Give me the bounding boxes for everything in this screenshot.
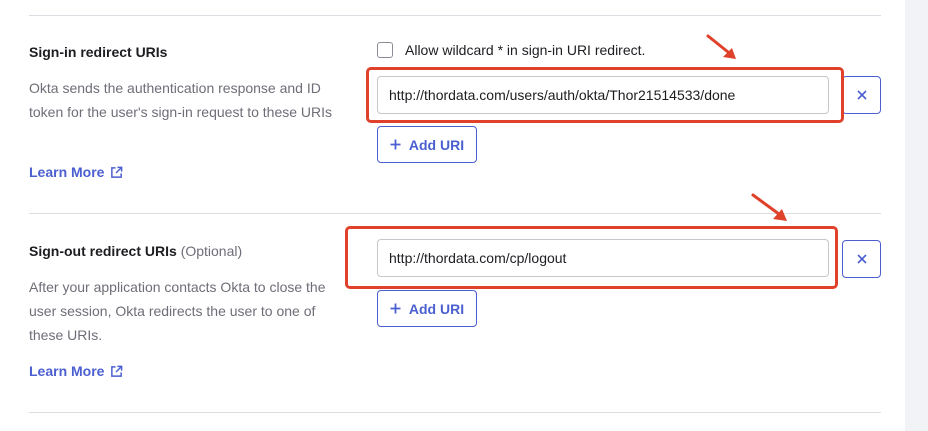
- signin-uri-input[interactable]: [377, 76, 829, 114]
- wildcard-checkbox-row[interactable]: Allow wildcard * in sign-in URI redirect…: [377, 42, 645, 58]
- close-icon: [856, 90, 867, 100]
- signin-add-uri-button[interactable]: Add URI: [377, 126, 477, 163]
- signout-remove-uri-button[interactable]: [842, 240, 881, 278]
- signout-uri-input[interactable]: [377, 239, 829, 277]
- add-uri-label: Add URI: [408, 300, 465, 317]
- signout-learn-more-link[interactable]: Learn More: [29, 363, 123, 379]
- signin-description: Okta sends the authentication response a…: [29, 80, 333, 120]
- optional-label: (Optional): [180, 243, 243, 259]
- section-divider-bottom: [29, 412, 881, 413]
- red-arrow-annotation: [751, 193, 787, 221]
- close-icon: [856, 254, 867, 264]
- signout-title-text: Sign-out redirect URIs: [29, 243, 177, 259]
- page-gutter: [905, 0, 928, 431]
- learn-more-label: Learn More: [29, 164, 105, 180]
- section-divider-top: [29, 15, 881, 16]
- external-link-icon: [111, 365, 123, 377]
- plus-icon: [390, 303, 401, 314]
- plus-icon: [390, 139, 401, 150]
- signout-add-uri-button[interactable]: Add URI: [377, 290, 477, 327]
- wildcard-checkbox[interactable]: [377, 42, 393, 58]
- external-link-icon: [111, 166, 123, 178]
- signin-remove-uri-button[interactable]: [842, 76, 881, 114]
- section-divider-middle: [29, 213, 881, 214]
- signin-section-title: Sign-in redirect URIs: [29, 44, 168, 60]
- red-arrow-annotation: [706, 34, 736, 59]
- signout-description: After your application contacts Okta to …: [29, 279, 326, 343]
- signin-learn-more-link[interactable]: Learn More: [29, 164, 123, 180]
- wildcard-checkbox-label: Allow wildcard * in sign-in URI redirect…: [405, 42, 646, 58]
- signout-section-title: Sign-out redirect URIs (Optional): [29, 243, 242, 259]
- learn-more-label: Learn More: [29, 363, 105, 379]
- add-uri-label: Add URI: [408, 136, 465, 153]
